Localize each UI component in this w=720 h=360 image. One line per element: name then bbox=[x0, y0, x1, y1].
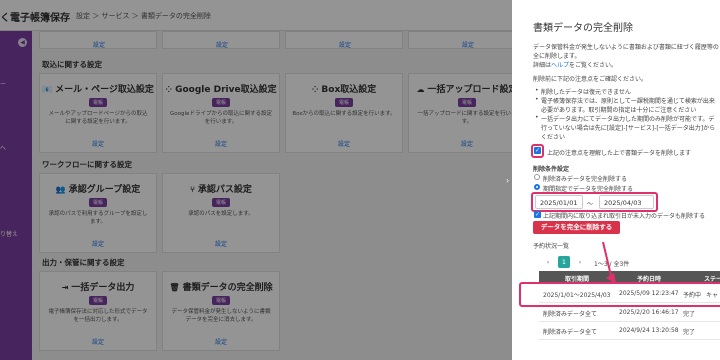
include-undated-checkbox[interactable]: ✓ bbox=[534, 211, 541, 218]
cell-datetime: 2024/9/24 13:20:58 bbox=[619, 327, 679, 334]
intro-help-line: 詳細はヘルプをご覧ください。 bbox=[533, 60, 617, 69]
pager-page-1[interactable]: 1 bbox=[558, 256, 570, 268]
table-row: 削除済みデータ全て 2025/2/20 16:46:17 完了 bbox=[539, 304, 720, 322]
include-undated-label: 上記期間内に取り込まれ取引日が未入力のデータも削除する bbox=[543, 213, 706, 220]
intro-text: 詳細は bbox=[533, 62, 552, 69]
schedule-label: 予約状況一覧 bbox=[533, 243, 570, 250]
annotation-arrow-icon bbox=[602, 241, 616, 284]
pager-prev-icon[interactable]: ‹ bbox=[542, 256, 554, 268]
notice-bullet-cont: 行っていない場合は先に[設定]-[サービス]-[一括データ出力]から bbox=[541, 125, 716, 132]
intro-text: をご覧ください。 bbox=[569, 62, 618, 69]
cell-status: 完了 bbox=[683, 311, 696, 318]
purge-data-button[interactable]: データを完全に削除する bbox=[533, 221, 620, 234]
confirm-checkbox-label: 上記の注意点を理解した上で書類データを削除します bbox=[547, 150, 692, 157]
drawer-title: 書類データの完全削除 bbox=[533, 23, 633, 34]
cell-period: 削除済みデータ全て bbox=[543, 311, 598, 318]
table-row: 削除済みデータ全て 2024/9/24 13:20:58 完了 bbox=[539, 322, 720, 340]
cell-status: 完了 bbox=[683, 329, 696, 336]
help-link[interactable]: ヘルプ bbox=[551, 62, 569, 69]
notice-bullet: 削除したデータは復元できません bbox=[535, 87, 631, 96]
conditions-label: 削除条件設定 bbox=[533, 166, 570, 173]
date-separator: 〜 bbox=[587, 201, 594, 208]
confirm-checkbox[interactable]: ✓ bbox=[534, 147, 541, 154]
pager-next-icon[interactable]: › bbox=[574, 256, 586, 268]
notice-bullet-cont: ください bbox=[541, 134, 566, 141]
notice-bullet: 一括データ出力にてデータ出力した期間のみ削除が可能です。デ bbox=[535, 114, 714, 123]
intro-text: 全に削除します。 bbox=[533, 53, 581, 60]
radio-delete-all[interactable] bbox=[534, 174, 540, 180]
date-from-input[interactable]: 2025/01/01 bbox=[535, 195, 583, 209]
drawer-collapse-icon[interactable]: › bbox=[506, 176, 509, 185]
date-to-input[interactable]: 2025/04/03 bbox=[599, 195, 654, 209]
modal-overlay[interactable] bbox=[0, 0, 512, 360]
notice-lead: 削除前に下記の注意点をご確認ください。 bbox=[533, 76, 648, 83]
intro-text: データ保管料金が発生しないように書類および書類に紐づく履歴等の bbox=[533, 44, 719, 51]
radio-delete-period[interactable] bbox=[534, 184, 540, 190]
purge-drawer: 書類データの完全削除 データ保管料金が発生しないように書類および書類に紐づく履歴… bbox=[512, 0, 720, 360]
notice-bullet: 電子帳簿保存法では、原則として一課税期間を通じて検索が出来 bbox=[535, 96, 715, 105]
radio-delete-all-label: 削除済みデータを完全削除する bbox=[543, 176, 628, 183]
notice-bullet-cont: 必要があります。取引期間の指定は十分にご注意ください bbox=[541, 107, 697, 114]
cell-datetime: 2025/2/20 16:46:17 bbox=[619, 309, 679, 316]
cell-period: 削除済みデータ全て bbox=[543, 329, 598, 336]
